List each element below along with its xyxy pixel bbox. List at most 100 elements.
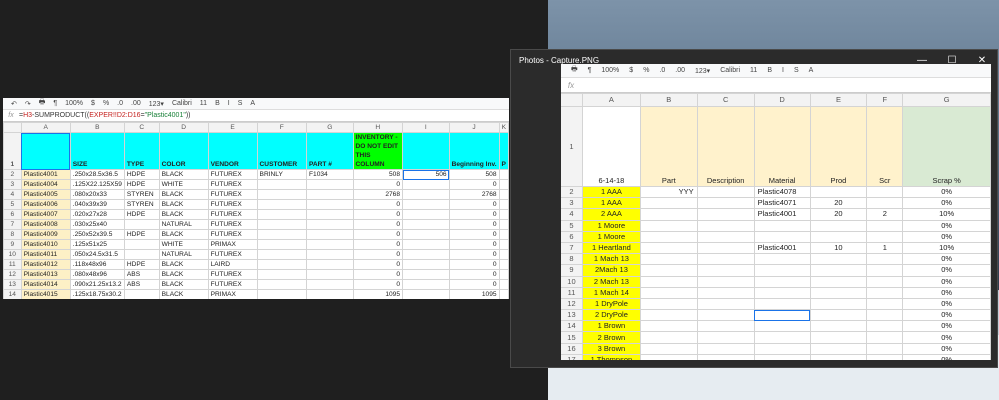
cell-k[interactable] (498, 189, 509, 200)
cell-size[interactable]: .080x48x96 (69, 269, 125, 280)
column-header[interactable]: C (123, 122, 160, 133)
cell-color[interactable]: BLACK (158, 269, 209, 280)
cell-beginning-inv[interactable]: 1095 (448, 289, 500, 299)
cell-i[interactable] (402, 209, 450, 220)
cell-item[interactable]: Plastic4014 (20, 279, 71, 290)
cell-part[interactable] (306, 219, 354, 230)
toolbar-item[interactable]: .00 (131, 100, 141, 107)
cell-inventory[interactable]: 508 (352, 169, 404, 180)
cell-color[interactable]: BLACK (158, 289, 209, 299)
cell-inventory[interactable]: 1095 (352, 289, 404, 299)
cell-vendor[interactable]: FUTUREX (207, 249, 258, 260)
cell-k[interactable] (498, 279, 509, 290)
column-header[interactable]: F (256, 122, 308, 133)
header-beginning-inv[interactable]: Beginning Inv. (448, 132, 500, 170)
column-header[interactable]: G (306, 122, 354, 133)
cell-inventory[interactable]: 0 (352, 179, 404, 190)
cell-type[interactable] (123, 239, 160, 250)
cell-customer[interactable] (256, 279, 308, 290)
cell-item[interactable]: Plastic4004 (20, 179, 71, 190)
header-vendor[interactable]: VENDOR (207, 132, 258, 170)
cell-size[interactable]: .020x27x28 (69, 209, 125, 220)
cell-inventory[interactable]: 2768 (352, 189, 404, 200)
cell-inventory[interactable]: 0 (352, 219, 404, 230)
cell-k[interactable] (498, 199, 509, 210)
cell-item[interactable]: Plastic4008 (20, 219, 71, 230)
cell-part[interactable] (306, 269, 354, 280)
cell-vendor[interactable]: FUTUREX (207, 219, 258, 230)
header-size[interactable]: SIZE (69, 132, 125, 170)
toolbar-item[interactable]: B (215, 100, 220, 107)
cell-beginning-inv[interactable]: 0 (448, 219, 500, 230)
cell-customer[interactable] (256, 269, 308, 280)
cell-vendor[interactable]: FUTUREX (207, 179, 258, 190)
cell-k[interactable] (498, 229, 509, 240)
cell-customer[interactable] (256, 249, 308, 260)
cell-item[interactable]: Plastic4006 (20, 199, 71, 210)
cell-color[interactable]: BLACK (158, 209, 209, 220)
cell-item[interactable]: Plastic4005 (20, 189, 71, 200)
cell-beginning-inv[interactable]: 0 (448, 249, 500, 260)
cell-customer[interactable] (256, 189, 308, 200)
column-header[interactable]: H (352, 122, 404, 133)
cell-vendor[interactable]: PRIMAX (207, 289, 258, 299)
cell-item[interactable]: Plastic4010 (20, 239, 71, 250)
cell-vendor[interactable]: FUTUREX (207, 269, 258, 280)
cell-k[interactable] (498, 209, 509, 220)
cell-color[interactable]: BLACK (158, 199, 209, 210)
cell-vendor[interactable]: FUTUREX (207, 189, 258, 200)
header-color[interactable]: COLOR (158, 132, 209, 170)
cell-customer[interactable] (256, 209, 308, 220)
cell-customer[interactable] (256, 219, 308, 230)
cell-type[interactable]: STYREN (123, 189, 160, 200)
toolbar-item[interactable]: ↷ (25, 100, 31, 108)
cell-part[interactable] (306, 199, 354, 210)
cell-k[interactable] (498, 169, 509, 180)
cell-i[interactable] (402, 179, 450, 190)
cell-customer[interactable] (256, 179, 308, 190)
toolbar-item[interactable]: % (103, 100, 109, 107)
toolbar-item[interactable]: 11 (200, 100, 207, 107)
cell-item[interactable]: Plastic4012 (20, 259, 71, 270)
cell-item[interactable]: Plastic4015 (20, 289, 71, 299)
cell-beginning-inv[interactable]: 0 (448, 209, 500, 220)
cell-vendor[interactable]: FUTUREX (207, 209, 258, 220)
cell-vendor[interactable]: FUTUREX (207, 279, 258, 290)
cell-size[interactable]: .030x25x40 (69, 219, 125, 230)
cell-customer[interactable]: BRINLY (256, 169, 308, 180)
cell-customer[interactable] (256, 289, 308, 299)
cell-part[interactable] (306, 189, 354, 200)
toolbar-item[interactable]: 123▾ (149, 100, 164, 108)
cell-i[interactable] (402, 239, 450, 250)
cell-i[interactable] (402, 249, 450, 260)
toolbar-item[interactable]: 🖶 (39, 98, 46, 109)
cell-item[interactable]: Plastic4009 (20, 229, 71, 240)
cell-k[interactable] (498, 259, 509, 270)
cell-type[interactable]: HDPE (123, 169, 160, 180)
cell-beginning-inv[interactable]: 0 (448, 269, 500, 280)
cell-size[interactable]: .125x51x25 (69, 239, 125, 250)
cell-inventory[interactable]: 0 (352, 269, 404, 280)
cell-customer[interactable] (256, 239, 308, 250)
header-cell-a[interactable] (20, 132, 71, 170)
cell-size[interactable]: .080x20x33 (69, 189, 125, 200)
cell-type[interactable]: HDPE (123, 259, 160, 270)
header-cell-k[interactable]: P (498, 132, 509, 170)
cell-type[interactable]: HDPE (123, 229, 160, 240)
cell-beginning-inv[interactable]: 0 (448, 239, 500, 250)
cell-beginning-inv[interactable]: 508 (448, 169, 500, 180)
cell-part[interactable] (306, 229, 354, 240)
cell-customer[interactable] (256, 199, 308, 210)
cell-i[interactable] (402, 279, 450, 290)
cell-part[interactable] (306, 209, 354, 220)
toolbar-item[interactable]: ↶ (11, 100, 17, 108)
column-header[interactable]: B (69, 122, 125, 133)
cell-inventory[interactable]: 0 (352, 239, 404, 250)
cell-vendor[interactable]: FUTUREX (207, 229, 258, 240)
toolbar-item[interactable]: S (238, 100, 243, 107)
cell-type[interactable]: HDPE (123, 179, 160, 190)
cell-i[interactable] (402, 199, 450, 210)
column-header[interactable]: A (20, 122, 71, 133)
cell-color[interactable]: BLACK (158, 169, 209, 180)
toolbar-item[interactable]: ¶ (53, 100, 57, 107)
